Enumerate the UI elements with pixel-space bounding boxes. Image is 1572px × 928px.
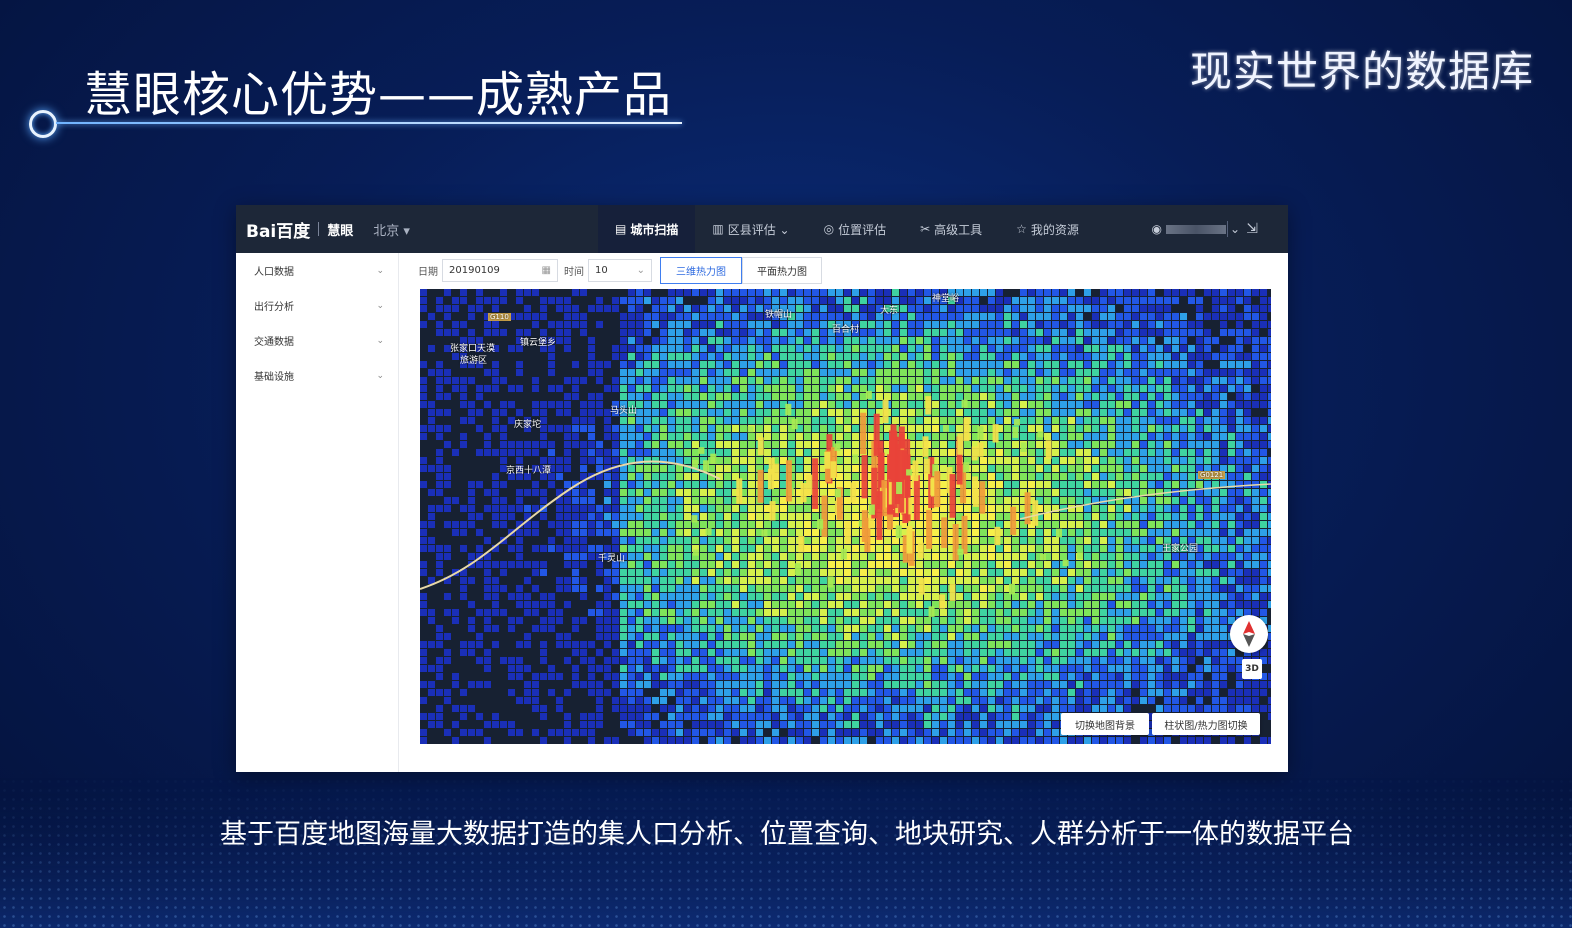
nav-label: 高级工具 <box>934 222 983 237</box>
sidebar-item-population[interactable]: 人口数据 ⌄ <box>236 253 398 288</box>
map-label: 神堂峪 <box>932 294 960 304</box>
top-navbar: Bai百度 慧眼 北京 ▾ ▤ 城市扫描 ▥ 区县评估 ⌄ ◎ 位置评估 ✂ 高… <box>236 205 1288 253</box>
date-value: 20190109 <box>449 265 500 276</box>
nav-location-eval[interactable]: ◎ 位置评估 <box>807 205 904 253</box>
nav-label: 位置评估 <box>838 222 887 237</box>
star-icon: ☆ <box>1016 222 1027 236</box>
heatmap-3d-button[interactable]: 三维热力图 <box>660 257 742 284</box>
chevron-down-icon: ⌄ <box>376 265 384 276</box>
chevron-down-icon: ⌄ <box>1229 222 1240 236</box>
nav-my-resources[interactable]: ☆ 我的资源 <box>999 205 1096 253</box>
map-label: 马头山 <box>610 406 638 416</box>
app-window: Bai百度 慧眼 北京 ▾ ▤ 城市扫描 ▥ 区县评估 ⌄ ◎ 位置评估 ✂ 高… <box>236 205 1288 772</box>
time-select[interactable]: 10 ⌄ <box>588 259 652 282</box>
sidebar-item-traffic[interactable]: 交通数据 ⌄ <box>236 323 398 358</box>
chevron-down-icon: ⌄ <box>376 370 384 381</box>
brand-label: Bai百度 <box>246 221 311 242</box>
heatmap-canvas <box>420 289 1271 744</box>
bottom-caption: 基于百度地图海量大数据打造的集人口分析、位置查询、地块研究、人群分析于一体的数据… <box>220 819 1354 850</box>
nav-label: 区县评估 ⌄ <box>727 222 790 237</box>
3d-toggle-button[interactable]: 3D <box>1242 659 1262 679</box>
sidebar-item-label: 基础设施 <box>254 372 294 383</box>
main-nav: ▤ 城市扫描 ▥ 区县评估 ⌄ ◎ 位置评估 ✂ 高级工具 ☆ 我的资源 <box>598 205 1096 253</box>
building-icon: ▥ <box>712 222 724 236</box>
avatar-icon: ◉ <box>1151 222 1162 236</box>
page-title: 慧眼核心优势——成熟产品 <box>84 67 673 123</box>
sidebar-item-infrastructure[interactable]: 基础设施 ⌄ <box>236 358 398 393</box>
date-picker[interactable]: 20190109 ▦ <box>442 259 558 282</box>
time-label: 时间 <box>564 267 584 278</box>
scan-icon: ▤ <box>615 222 627 236</box>
baidu-logo[interactable]: Bai百度 慧眼 <box>246 217 353 242</box>
compass-icon[interactable] <box>1230 615 1268 653</box>
sidebar-item-label: 出行分析 <box>254 302 294 313</box>
product-label: 慧眼 <box>327 223 354 239</box>
map-label: 庆家坨 <box>514 420 542 430</box>
title-ring-decoration <box>29 110 57 138</box>
sidebar: 人口数据 ⌄ 出行分析 ⌄ 交通数据 ⌄ 基础设施 ⌄ <box>236 253 399 772</box>
nav-label: 城市扫描 <box>630 222 679 237</box>
nav-district-eval[interactable]: ▥ 区县评估 ⌄ <box>695 205 806 253</box>
highway-shield: G0121 <box>1198 471 1226 479</box>
nav-label: 我的资源 <box>1030 222 1079 237</box>
chevron-down-icon: ⌄ <box>376 335 384 346</box>
heatmap-map[interactable]: 铁帽山 百合村 张家口天漠 旅游区 镇云堡乡 庆家坨 马头山 京西十八潭 千灵山… <box>420 289 1271 744</box>
bar-heat-toggle-button[interactable]: 柱状图/热力图切换 <box>1152 713 1260 735</box>
calendar-icon: ▦ <box>541 265 551 276</box>
map-label: 铁帽山 <box>765 310 793 320</box>
topbar-divider <box>1227 221 1228 237</box>
username-blurred <box>1165 224 1226 234</box>
map-label: 京西十八潭 <box>506 466 552 476</box>
sidebar-item-label: 交通数据 <box>254 337 294 348</box>
sidebar-item-label: 人口数据 <box>254 267 294 278</box>
tools-icon: ✂ <box>920 222 931 236</box>
sidebar-item-travel[interactable]: 出行分析 ⌄ <box>236 288 398 323</box>
map-label: 大东 <box>880 306 899 316</box>
logout-icon[interactable]: ⇲ <box>1246 221 1258 237</box>
city-selector[interactable]: 北京 ▾ <box>373 220 410 239</box>
chevron-down-icon: ⌄ <box>376 300 384 311</box>
time-value: 10 <box>595 265 608 276</box>
tagline: 现实世界的数据库 <box>1189 47 1534 96</box>
nav-city-scan[interactable]: ▤ 城市扫描 <box>598 205 696 253</box>
map-label: 旅游区 <box>460 356 488 366</box>
map-label: 千灵山 <box>598 554 626 564</box>
map-label: 百合村 <box>832 325 860 335</box>
title-underline <box>56 122 682 124</box>
filter-bar: 日期 20190109 ▦ 时间 10 ⌄ 三维热力图 平面热力图 <box>418 257 822 284</box>
heatmap-flat-button[interactable]: 平面热力图 <box>742 257 822 284</box>
map-label: 镇云堡乡 <box>520 338 557 348</box>
map-label: 王家公园 <box>1162 544 1199 554</box>
chevron-down-icon: ⌄ <box>636 265 645 276</box>
highway-shield: G110 <box>488 313 511 321</box>
date-label: 日期 <box>418 267 438 278</box>
location-icon: ◎ <box>823 222 835 236</box>
switch-map-bg-button[interactable]: 切换地图背景 <box>1061 713 1149 735</box>
nav-advanced-tools[interactable]: ✂ 高级工具 <box>903 205 999 253</box>
logo-divider <box>318 222 320 236</box>
